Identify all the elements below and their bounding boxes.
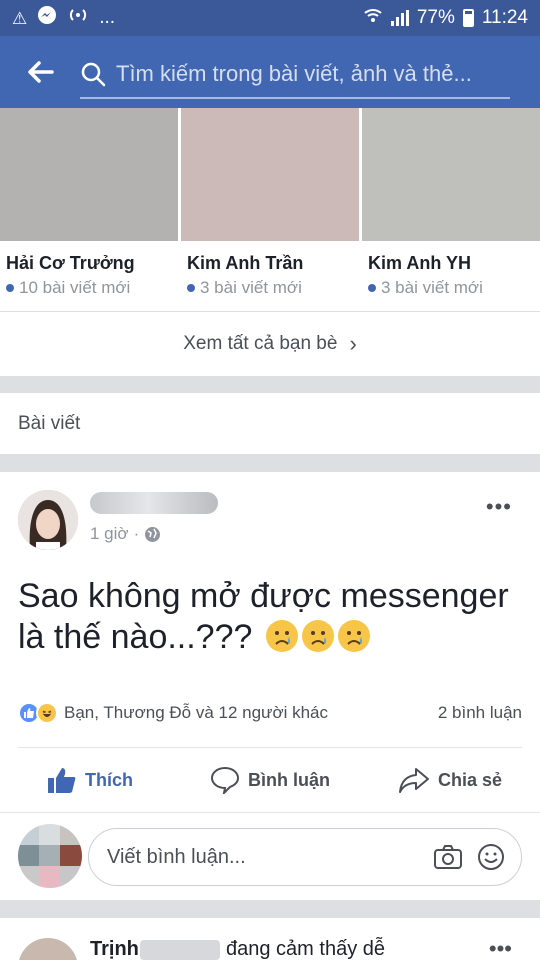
back-arrow-icon	[28, 61, 54, 83]
post-actions: Thích Bình luận Chia sẻ	[0, 750, 540, 810]
new-dot-icon	[187, 284, 195, 292]
my-avatar[interactable]	[18, 824, 82, 888]
sad-emoji-icon	[265, 620, 298, 652]
reactions-text: Bạn, Thương Đỗ và 12 người khác	[64, 703, 328, 722]
divider	[0, 812, 540, 813]
more-options-button[interactable]: •••	[486, 494, 512, 520]
posts-section-header: Bài viết	[0, 393, 540, 454]
post-meta: 1 giờ ·	[90, 524, 161, 544]
search-icon	[81, 62, 106, 87]
divider	[18, 747, 522, 748]
post-time: 1 giờ	[90, 524, 129, 543]
friend-name: Kim Anh Trần	[187, 253, 304, 273]
chevron-right-icon: ›	[349, 331, 357, 356]
emoji-icon[interactable]	[477, 843, 505, 871]
next-post-redacted	[140, 940, 220, 960]
comment-composer: Viết bình luận...	[0, 824, 540, 894]
thumbs-up-icon	[48, 768, 76, 793]
sad-emoji-icon	[301, 620, 334, 652]
camera-icon[interactable]	[433, 844, 463, 870]
reactions-summary[interactable]: Bạn, Thương Đỗ và 12 người khác 2 bình l…	[18, 698, 522, 728]
friend-name: Hải Cơ Trưởng	[6, 253, 135, 273]
friend-post-count: 10 bài viết mới	[6, 278, 130, 298]
next-post-author[interactable]: Trịnh	[90, 938, 139, 960]
more-options-button[interactable]: •••	[489, 936, 512, 960]
comment-label: Bình luận	[248, 769, 330, 790]
signal-icon	[390, 10, 409, 26]
next-post-status: đang cảm thấy dễ	[226, 938, 385, 960]
comment-icon	[210, 766, 240, 794]
friend-card[interactable]: Kim Anh Trần 3 bài viết mới	[181, 108, 359, 310]
messenger-icon	[37, 5, 57, 31]
friend-card[interactable]: Hải Cơ Trưởng 10 bài viết mới	[0, 108, 178, 310]
page: ⚠ ... 77% 11:24 Tìm kiếm trong bài viết,…	[0, 0, 540, 960]
status-right: 77% 11:24	[363, 6, 528, 30]
see-all-friends-link[interactable]: Xem tất cả bạn bè ›	[0, 311, 540, 376]
friend-row: Hải Cơ Trưởng 10 bài viết mới Kim Anh Tr…	[0, 108, 540, 310]
sad-emoji-icon	[337, 620, 370, 652]
status-bar: ⚠ ... 77% 11:24	[0, 0, 540, 36]
back-button[interactable]	[0, 36, 80, 108]
status-ellipsis: ...	[99, 7, 116, 28]
like-button[interactable]: Thích	[0, 750, 180, 810]
battery-fill	[464, 14, 472, 25]
comment-button[interactable]: Bình luận	[180, 750, 360, 810]
comment-input[interactable]: Viết bình luận...	[88, 828, 522, 886]
comment-input-icons	[433, 843, 505, 871]
friend-post-count: 3 bài viết mới	[187, 278, 302, 298]
search-placeholder: Tìm kiếm trong bài viết, ảnh và thẻ...	[116, 61, 472, 86]
search-header: Tìm kiếm trong bài viết, ảnh và thẻ...	[0, 36, 540, 108]
author-avatar[interactable]	[18, 490, 78, 550]
globe-icon	[145, 526, 161, 542]
clock: 11:24	[481, 7, 528, 28]
post-text-line: Sao không mở được messenger	[18, 577, 509, 615]
friend-photo[interactable]	[181, 108, 359, 241]
friend-photo[interactable]	[0, 108, 178, 241]
new-dot-icon	[368, 284, 376, 292]
post-card: 1 giờ · ••• Sao không mở được messenger …	[0, 472, 540, 900]
status-left: ⚠ ...	[12, 5, 115, 31]
friend-name: Kim Anh YH	[368, 253, 472, 273]
comment-placeholder: Viết bình luận...	[107, 845, 246, 868]
wifi-icon	[363, 6, 383, 30]
meta-separator: ·	[133, 524, 140, 543]
battery-percent: 77%	[416, 7, 455, 28]
friend-card[interactable]: Kim Anh YH 3 bài viết mới	[362, 108, 540, 310]
share-label: Chia sẻ	[437, 769, 503, 790]
battery-icon	[462, 9, 474, 27]
haha-reaction-icon	[36, 702, 58, 724]
friends-section: Hải Cơ Trưởng 10 bài viết mới Kim Anh Tr…	[0, 108, 540, 376]
comments-count[interactable]: 2 bình luận	[438, 703, 522, 723]
posts-section-title: Bài viết	[18, 412, 81, 434]
search-input[interactable]: Tìm kiếm trong bài viết, ảnh và thẻ...	[80, 51, 510, 99]
share-icon	[398, 768, 429, 793]
post-text-line-2: là thế nào...???	[18, 617, 528, 658]
friend-post-count: 3 bài viết mới	[368, 278, 483, 298]
share-button[interactable]: Chia sẻ	[360, 750, 540, 810]
like-label: Thích	[85, 769, 133, 790]
hotspot-icon	[67, 6, 89, 30]
friend-photo[interactable]	[362, 108, 540, 241]
see-all-label: Xem tất cả bạn bè	[183, 333, 338, 354]
warning-icon: ⚠	[12, 8, 28, 28]
reaction-icons	[18, 702, 58, 724]
post-text: Sao không mở được messenger là thế nào..…	[18, 576, 528, 658]
next-post-card: Trịnh đang cảm thấy dễ •••	[0, 918, 540, 960]
new-dot-icon	[6, 284, 14, 292]
next-post-avatar[interactable]	[18, 938, 78, 960]
author-name-redacted[interactable]	[90, 492, 218, 514]
